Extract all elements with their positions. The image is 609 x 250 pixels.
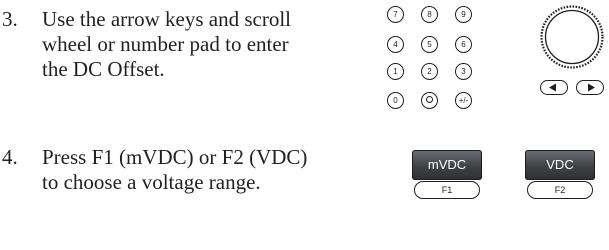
key-8[interactable]: 8: [421, 6, 438, 23]
decimal-point-key-icon[interactable]: [421, 92, 438, 109]
key-6[interactable]: 6: [455, 36, 472, 53]
step-line-2: wheel or number pad to enter: [42, 32, 289, 56]
key-4[interactable]: 4: [387, 36, 404, 53]
left-arrow-key-icon[interactable]: [540, 80, 568, 95]
key-1[interactable]: 1: [387, 63, 404, 80]
softkey-label[interactable]: VDC: [525, 150, 595, 180]
scroll-wheel-icon[interactable]: [540, 5, 604, 69]
step-line-1: Use the arrow keys and scroll: [42, 7, 292, 31]
key-plus-minus[interactable]: +/-: [455, 92, 472, 109]
f2-button[interactable]: F2: [527, 181, 593, 199]
right-arrow-key-icon[interactable]: [576, 80, 604, 95]
key-3[interactable]: 3: [455, 63, 472, 80]
step-line-2: to choose a voltage range.: [42, 170, 261, 194]
step-line-1: Press F1 (mVDC) or F2 (VDC): [42, 145, 308, 169]
key-5[interactable]: 5: [421, 36, 438, 53]
f1-button[interactable]: F1: [414, 181, 480, 199]
step-number: 4.: [2, 145, 18, 169]
key-2[interactable]: 2: [421, 63, 438, 80]
step-number: 3.: [2, 7, 18, 31]
softkey-label[interactable]: mVDC: [412, 150, 482, 180]
key-7[interactable]: 7: [387, 6, 404, 23]
key-0[interactable]: 0: [387, 92, 404, 109]
key-9[interactable]: 9: [455, 6, 472, 23]
step-line-3: the DC Offset.: [42, 57, 165, 81]
